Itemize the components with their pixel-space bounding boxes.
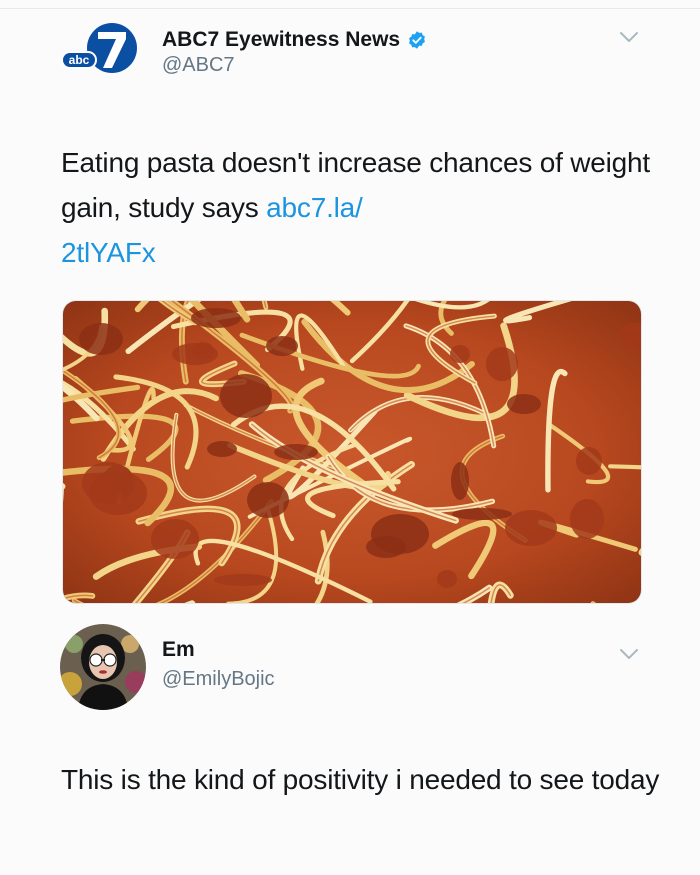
- tweet-header: abc ABC7 Eyewitness News @ABC7: [60, 14, 660, 84]
- reply-author-name[interactable]: Em: [162, 638, 195, 662]
- screenshot-page: abc ABC7 Eyewitness News @ABC7 Eating pa…: [0, 0, 700, 875]
- author-name-row: ABC7 Eyewitness News: [162, 28, 427, 52]
- chevron-down-icon[interactable]: [618, 30, 640, 44]
- verified-badge-icon: [409, 31, 426, 49]
- author-name[interactable]: ABC7 Eyewitness News: [162, 28, 400, 52]
- author-handle[interactable]: @ABC7: [162, 54, 235, 77]
- abc7-logo[interactable]: abc: [60, 18, 138, 78]
- spaghetti-photo: [63, 301, 641, 603]
- reply-author-handle[interactable]: @EmilyBojic: [162, 668, 275, 691]
- reply-text: This is the kind of positivity i needed …: [61, 764, 660, 795]
- avatar[interactable]: [60, 624, 146, 710]
- chevron-down-icon[interactable]: [618, 647, 640, 661]
- tweet-text: Eating pasta doesn't increase chances of…: [61, 140, 661, 275]
- top-divider: [0, 8, 700, 9]
- tweet-media-image[interactable]: [62, 300, 642, 604]
- svg-text:abc: abc: [69, 53, 90, 67]
